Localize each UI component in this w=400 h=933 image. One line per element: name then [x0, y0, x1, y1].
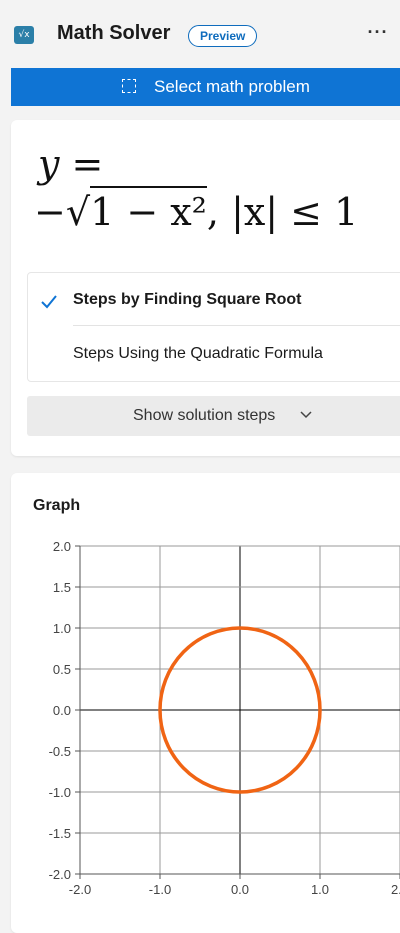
problem-equation-line1: y = [38, 142, 104, 186]
solution-methods-list [27, 272, 400, 382]
chevron-down-icon [300, 411, 312, 419]
sqrt-prefix: −√ [34, 190, 91, 234]
y-tick-label: 0.5 [53, 662, 71, 677]
y-tick-label: -0.5 [49, 744, 71, 759]
checkmark-icon [41, 295, 57, 309]
method-item-square-root[interactable]: Steps by Finding Square Root [73, 291, 301, 309]
x-tick-label: 0.0 [231, 882, 249, 897]
y-tick-label: -1.5 [49, 826, 71, 841]
method-divider [73, 325, 400, 326]
x-tick-label: -2.0 [69, 882, 91, 897]
app-title: Math Solver [57, 22, 171, 44]
method-item-quadratic-formula[interactable]: Steps Using the Quadratic Formula [73, 345, 323, 363]
graph-plot[interactable]: -2.0 -1.0 0.0 1.0 2.0 2.0 1.5 1.0 0.5 0.0 -0.5 -1.0… [0, 530, 400, 910]
graph-title: Graph [33, 497, 81, 514]
show-solution-steps-label: Show solution steps [133, 407, 276, 424]
header: √x Math Solver Preview ··· [0, 0, 400, 68]
x-tick-label: 1.0 [311, 882, 329, 897]
y-tick-label: -1.0 [49, 785, 71, 800]
select-math-problem-label: Select math problem [154, 77, 310, 96]
radicand: 1 − x² [90, 186, 207, 234]
y-tick-label: -2.0 [49, 867, 71, 882]
equation-condition: , |x| ≤ 1 [206, 190, 359, 234]
y-tick-label: 1.0 [53, 621, 71, 636]
preview-badge: Preview [188, 25, 258, 47]
select-math-problem-button[interactable]: Select math problem [11, 68, 400, 106]
x-tick-label: 2.0 [391, 882, 400, 897]
y-tick-label: 0.0 [53, 703, 71, 718]
x-tick-label: -1.0 [149, 882, 171, 897]
y-tick-label: 2.0 [53, 539, 71, 554]
show-solution-steps-button[interactable]: Show solution steps [27, 396, 400, 436]
more-options-icon[interactable]: ··· [366, 22, 390, 46]
selection-box-icon [122, 79, 136, 93]
math-solver-app-icon: √x [14, 26, 34, 44]
problem-equation-line2: −√1 − x², |x| ≤ 1 [34, 186, 359, 234]
y-tick-label: 1.5 [53, 580, 71, 595]
